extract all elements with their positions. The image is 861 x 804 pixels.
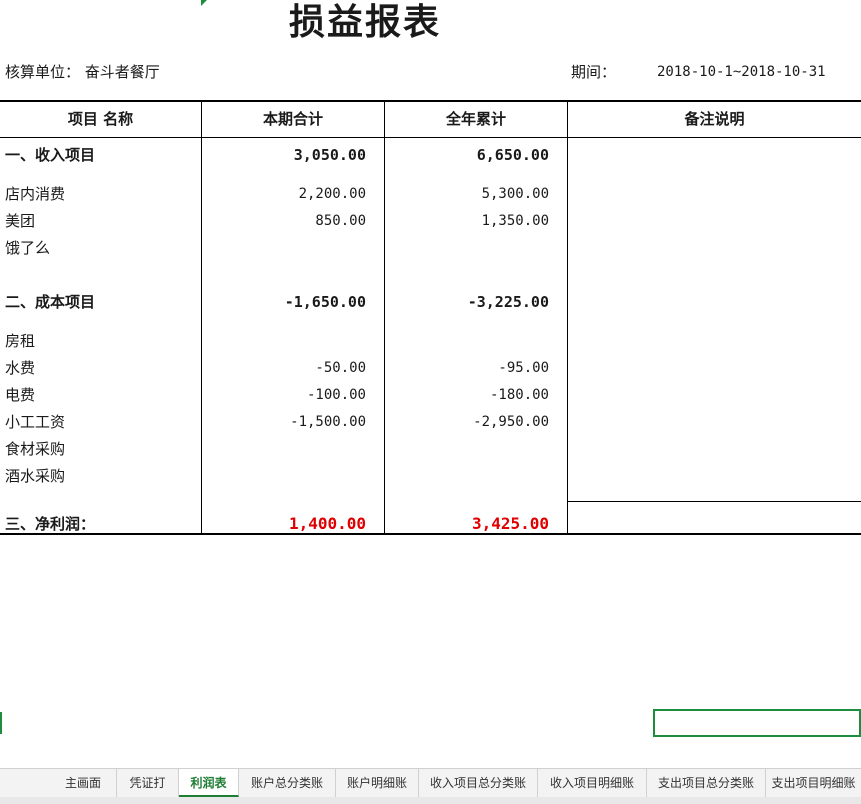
table-top-border [0, 100, 861, 102]
cost-item-name[interactable]: 水费 [5, 357, 35, 379]
column-divider [201, 101, 202, 534]
tab-account-detail-ledger[interactable]: 账户明细账 [336, 769, 419, 797]
tab-account-general-ledger[interactable]: 账户总分类账 [239, 769, 336, 797]
selected-cell[interactable] [653, 709, 861, 737]
table-bottom-border [0, 533, 861, 535]
cost-item-name[interactable]: 小工工资 [5, 411, 65, 433]
cost-section-label[interactable]: 二、成本项目 [5, 291, 95, 313]
header-bottom-border [0, 137, 861, 138]
header-current-total[interactable]: 本期合计 [202, 108, 384, 130]
report-title: 损益报表 [288, 1, 441, 43]
income-section-label[interactable]: 一、收入项目 [5, 144, 95, 166]
accounting-unit: 核算单位： 奋斗者餐厅 [5, 63, 160, 81]
net-profit-current[interactable]: 1,400.00 [289, 513, 366, 535]
cost-item-current[interactable]: -100.00 [307, 384, 366, 406]
column-divider [567, 101, 568, 534]
period-value: 2018-10-1~2018-10-31 [657, 64, 826, 80]
tab-income-general-ledger[interactable]: 收入项目总分类账 [419, 769, 538, 797]
cost-item-name[interactable]: 房租 [5, 330, 35, 352]
net-profit-ytd[interactable]: 3,425.00 [472, 513, 549, 535]
sheet-tab-bar: 主画面 凭证打 利润表 账户总分类账 账户明细账 收入项目总分类账 收入项目明细… [0, 768, 861, 797]
row-selection-indicator [0, 712, 2, 734]
income-current-total[interactable]: 3,050.00 [294, 144, 366, 166]
tab-main-screen[interactable]: 主画面 [50, 769, 117, 797]
period-label: 期间： [571, 63, 617, 81]
cost-current-total[interactable]: -1,650.00 [285, 291, 366, 313]
cost-item-current[interactable]: -1,500.00 [290, 411, 366, 433]
income-item-ytd[interactable]: 1,350.00 [482, 210, 549, 232]
income-item-name[interactable]: 店内消费 [5, 183, 65, 205]
cost-item-current[interactable]: -50.00 [315, 357, 366, 379]
cell-comment-marker [201, 0, 207, 6]
cost-item-ytd[interactable]: -95.00 [498, 357, 549, 379]
income-ytd-total[interactable]: 6,650.00 [477, 144, 549, 166]
tab-expense-general-ledger[interactable]: 支出项目总分类账 [647, 769, 766, 797]
cost-item-ytd[interactable]: -180.00 [490, 384, 549, 406]
header-item-name[interactable]: 项目 名称 [0, 108, 201, 130]
tab-income-statement[interactable]: 利润表 [179, 769, 239, 797]
header-notes[interactable]: 备注说明 [568, 108, 861, 130]
header-ytd-total[interactable]: 全年累计 [385, 108, 567, 130]
cost-item-name[interactable]: 酒水采购 [5, 465, 65, 487]
cost-item-ytd[interactable]: -2,950.00 [473, 411, 549, 433]
tab-income-detail-ledger[interactable]: 收入项目明细账 [538, 769, 647, 797]
column-divider [384, 101, 385, 534]
tab-voucher-print[interactable]: 凭证打 [117, 769, 179, 797]
income-item-current[interactable]: 2,200.00 [299, 183, 366, 205]
tab-expense-detail-ledger[interactable]: 支出项目明细账 [766, 769, 861, 797]
income-item-name[interactable]: 饿了么 [5, 237, 50, 259]
net-profit-label[interactable]: 三、净利润： [5, 513, 95, 535]
cost-ytd-total[interactable]: -3,225.00 [468, 291, 549, 313]
income-item-name[interactable]: 美团 [5, 210, 35, 232]
status-bar [0, 797, 861, 804]
income-item-ytd[interactable]: 5,300.00 [482, 183, 549, 205]
income-item-current[interactable]: 850.00 [315, 210, 366, 232]
cost-item-name[interactable]: 电费 [5, 384, 35, 406]
spreadsheet-area: 损益报表 核算单位： 奋斗者餐厅 期间： 2018-10-1~2018-10-3… [0, 0, 861, 760]
notes-bottom-border [568, 501, 861, 502]
cost-item-name[interactable]: 食材采购 [5, 438, 65, 460]
